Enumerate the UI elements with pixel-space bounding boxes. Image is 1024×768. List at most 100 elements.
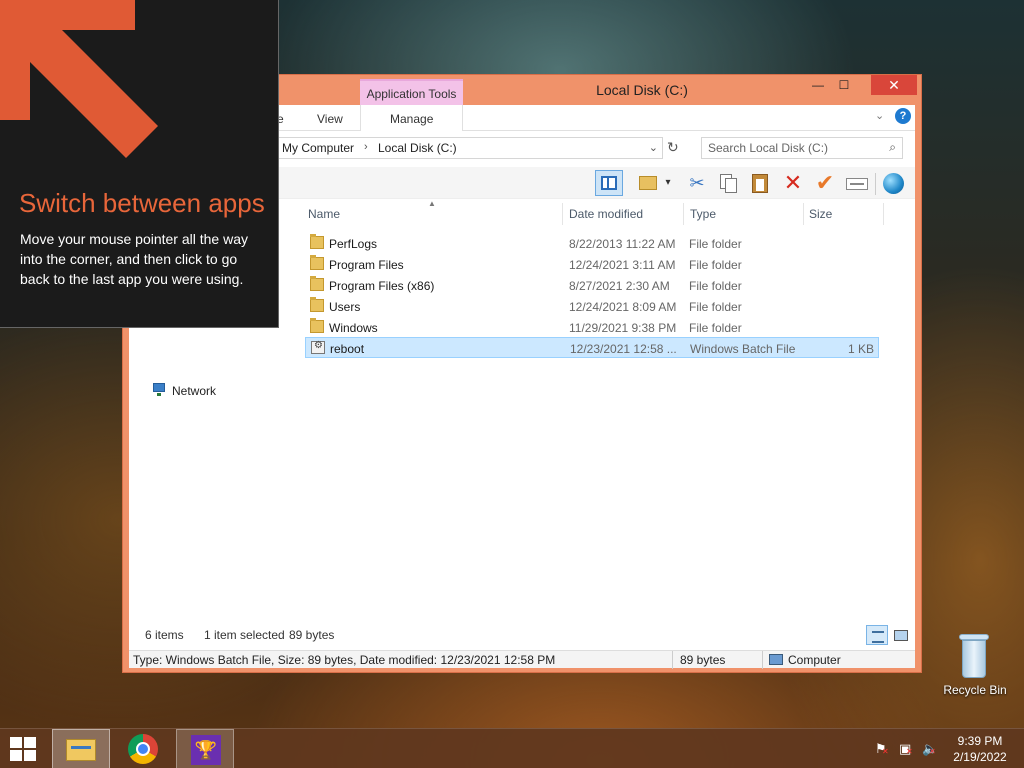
selection-size: 89 bytes <box>289 628 335 642</box>
column-divider[interactable] <box>803 203 804 225</box>
file-type: File folder <box>689 300 742 314</box>
folder-options-dropdown-icon[interactable]: ▾ <box>661 170 675 196</box>
tab-manage[interactable]: Manage <box>390 112 433 126</box>
network-status-icon[interactable]: ▣ ✕ <box>899 741 913 757</box>
file-type: File folder <box>689 258 742 272</box>
column-header-name[interactable]: Name <box>308 207 340 221</box>
system-clock[interactable]: 9:39 PM 2/19/2022 <box>946 733 1014 765</box>
recycle-bin-label: Recycle Bin <box>943 683 1007 697</box>
item-count: 6 items <box>145 628 184 642</box>
hint-body: Move your mouse pointer all the way into… <box>20 231 248 287</box>
column-header-size[interactable]: Size <box>809 207 832 221</box>
network-icon <box>151 383 167 397</box>
folder-icon <box>310 297 324 312</box>
application-tools-context-tab[interactable]: Application Tools <box>360 79 463 105</box>
file-name: reboot <box>330 342 365 356</box>
column-divider[interactable] <box>562 203 563 225</box>
breadcrumb-local-disk[interactable]: Local Disk (C:) <box>378 141 457 155</box>
file-type: Windows Batch File <box>690 342 796 356</box>
file-name: Windows <box>329 321 378 335</box>
globe-icon[interactable] <box>880 170 908 196</box>
column-divider[interactable] <box>883 203 884 225</box>
breadcrumb-separator-icon[interactable]: › <box>364 141 368 153</box>
column-divider[interactable] <box>683 203 684 225</box>
file-row-program-files[interactable]: Program Files 12/24/2021 3:11 AM File fo… <box>305 254 879 275</box>
file-date: 12/24/2021 3:11 AM <box>569 258 676 272</box>
batch-file-icon <box>311 340 325 354</box>
folder-icon <box>310 318 324 333</box>
volume-muted-icon[interactable]: 🔈 ✕ <box>922 741 938 757</box>
taskbar-file-explorer[interactable] <box>52 729 110 768</box>
trophy-app-icon: 🏆 <box>191 735 221 765</box>
toolbar-separator <box>875 173 876 195</box>
column-header-type[interactable]: Type <box>690 207 716 221</box>
file-row-perflogs[interactable]: PerfLogs 8/22/2013 11:22 AM File folder <box>305 233 879 254</box>
status-divider <box>672 651 673 669</box>
delete-icon[interactable]: ✕ <box>779 170 807 196</box>
file-date: 8/27/2021 2:30 AM <box>569 279 670 293</box>
selected-file-description: Type: Windows Batch File, Size: 89 bytes… <box>133 653 556 667</box>
file-row-users[interactable]: Users 12/24/2021 8:09 AM File folder <box>305 296 879 317</box>
file-date: 8/22/2013 11:22 AM <box>569 237 676 251</box>
clock-date: 2/19/2022 <box>953 750 1007 764</box>
file-type: File folder <box>689 237 742 251</box>
paste-icon[interactable] <box>747 170 775 196</box>
search-input[interactable] <box>708 141 878 155</box>
search-box[interactable]: ⌕ <box>701 137 903 159</box>
folder-icon <box>310 276 324 291</box>
checkmark-icon[interactable]: ✔ <box>811 170 839 196</box>
file-date: 12/23/2021 12:58 ... <box>570 342 677 356</box>
file-date: 12/24/2021 8:09 AM <box>569 300 677 314</box>
action-center-flag-icon[interactable]: ⚑ ✕ <box>875 741 889 757</box>
maximize-button[interactable]: ☐ <box>831 75 857 95</box>
column-header-date-modified[interactable]: Date modified <box>569 207 643 221</box>
selected-file-size: 89 bytes <box>680 653 726 667</box>
status-divider <box>762 651 763 669</box>
computer-icon <box>769 654 783 665</box>
start-button[interactable] <box>10 737 38 761</box>
location-label: Computer <box>788 653 841 667</box>
close-button[interactable]: ✕ <box>871 75 917 95</box>
taskbar-trophy-app[interactable]: 🏆 <box>176 729 234 768</box>
file-row-program-files-x86[interactable]: Program Files (x86) 8/27/2021 2:30 AM Fi… <box>305 275 879 296</box>
file-row-windows[interactable]: Windows 11/29/2021 9:38 PM File folder <box>305 317 879 338</box>
selection-count: 1 item selected <box>204 628 285 642</box>
rename-icon[interactable] <box>843 170 871 196</box>
file-date: 11/29/2021 9:38 PM <box>569 321 677 335</box>
expand-ribbon-chevron-icon[interactable]: ⌄ <box>875 109 884 122</box>
minimize-button[interactable]: — <box>805 75 831 95</box>
folder-icon <box>310 255 324 270</box>
taskbar-chrome[interactable] <box>114 729 172 768</box>
details-view-icon[interactable] <box>866 625 888 645</box>
layout-pane-icon[interactable] <box>595 170 623 196</box>
clock-time: 9:39 PM <box>957 734 1003 748</box>
details-status-bar: Type: Windows Batch File, Size: 89 bytes… <box>129 650 915 669</box>
help-icon[interactable]: ? <box>895 108 911 124</box>
folder-icon <box>310 234 324 249</box>
file-name: Program Files (x86) <box>329 279 435 293</box>
switch-apps-hint-panel: Switch between apps Move your mouse poin… <box>0 0 279 328</box>
window-title: Local Disk (C:) <box>596 82 688 98</box>
taskbar: 🏆 ⚑ ✕ ▣ ✕ 🔈 ✕ 9:39 PM 2/19/2022 <box>0 728 1024 768</box>
cut-icon[interactable]: ✂ <box>683 170 711 196</box>
search-icon[interactable]: ⌕ <box>889 140 896 155</box>
address-bar[interactable]: My Computer › Local Disk (C:) ⌄ <box>277 137 663 159</box>
file-name: Users <box>329 300 361 314</box>
file-size: 1 KB <box>847 342 874 356</box>
breadcrumb-my-computer[interactable]: My Computer <box>282 141 354 155</box>
recycle-bin-desktop-icon[interactable]: Recycle Bin <box>938 630 1012 700</box>
sort-ascending-icon: ▲ <box>428 199 436 208</box>
tab-view[interactable]: View <box>317 112 343 126</box>
file-type: File folder <box>689 321 742 335</box>
address-history-chevron-icon[interactable]: ⌄ <box>649 141 658 154</box>
copy-icon[interactable] <box>715 170 743 196</box>
file-name: Program Files <box>329 258 404 272</box>
file-name: PerfLogs <box>329 237 378 251</box>
file-explorer-icon <box>66 739 96 761</box>
refresh-icon[interactable]: ↻ <box>667 139 679 156</box>
file-row-reboot[interactable]: reboot 12/23/2021 12:58 ... Windows Batc… <box>305 337 879 358</box>
large-icons-view-icon[interactable] <box>891 626 909 644</box>
hint-title: Switch between apps <box>19 188 265 218</box>
nav-item-network-label: Network <box>172 384 217 398</box>
folder-options-icon[interactable] <box>635 170 663 196</box>
